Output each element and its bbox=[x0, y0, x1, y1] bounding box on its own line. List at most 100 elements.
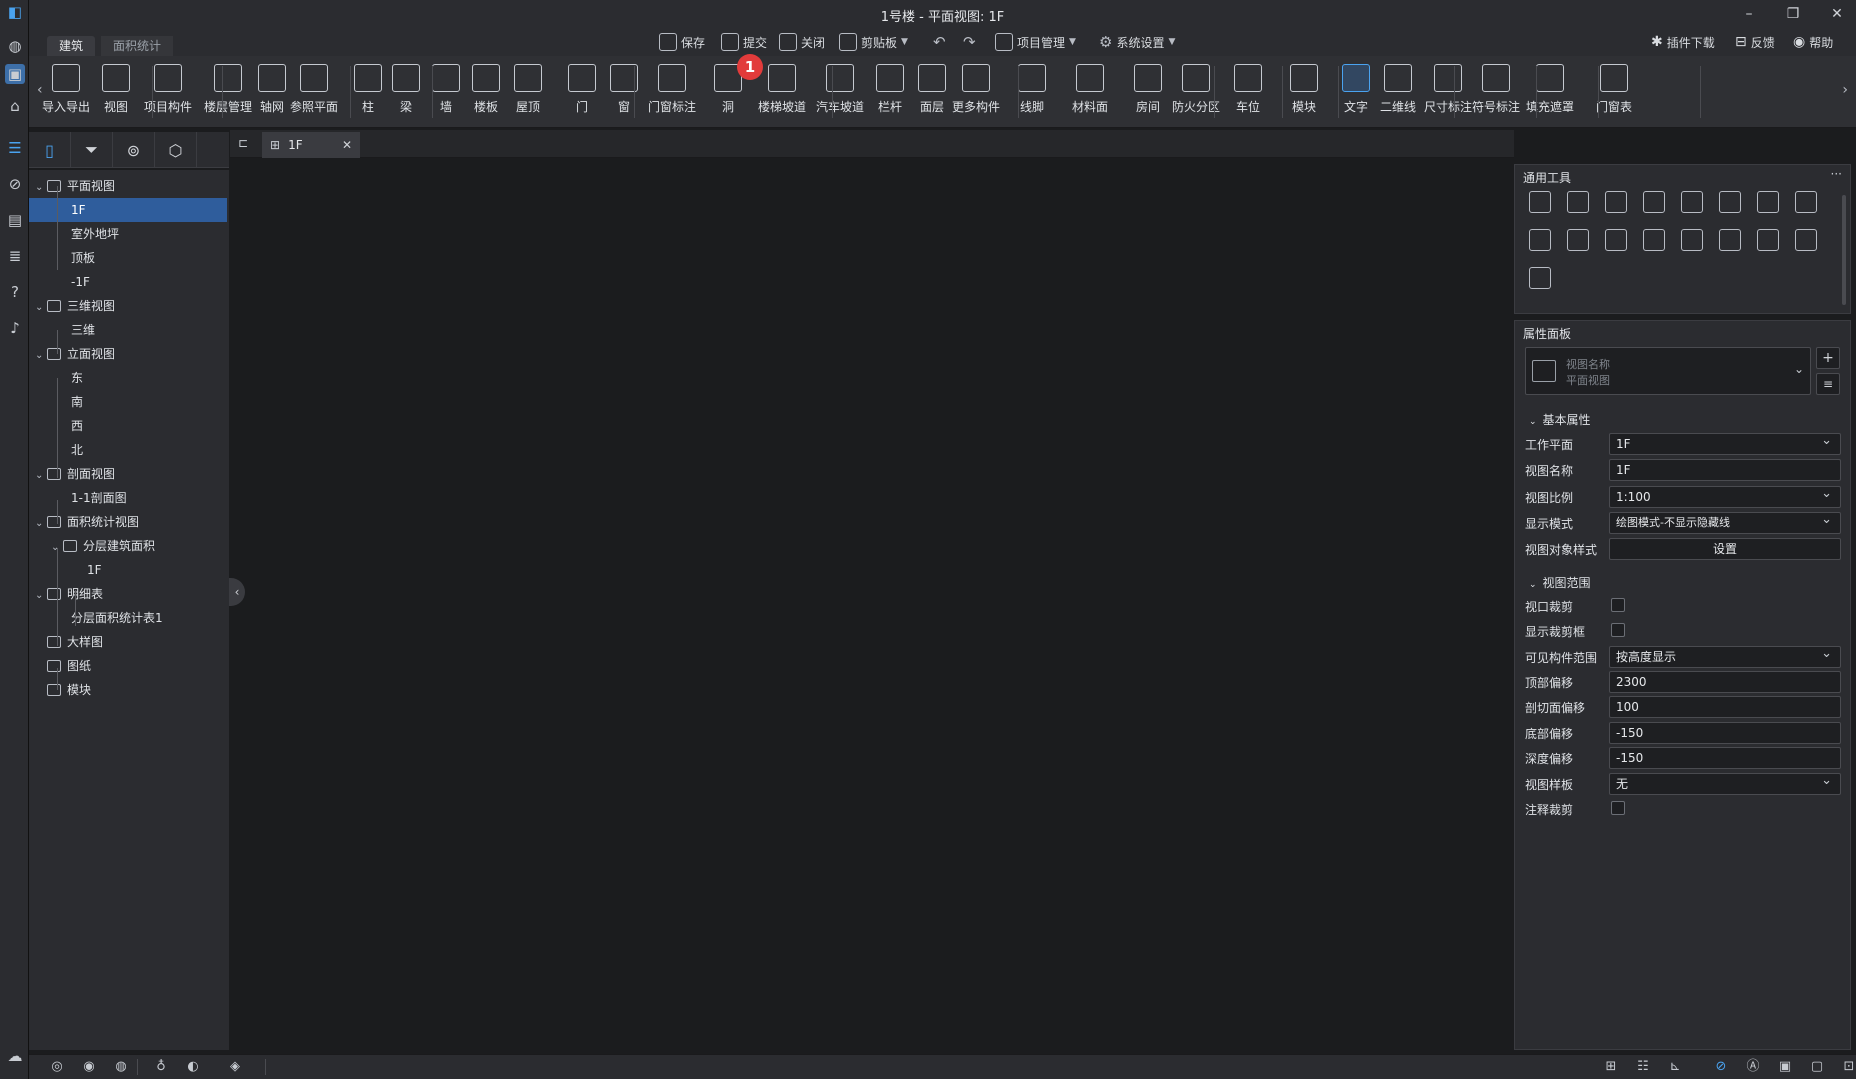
screen-icon[interactable]: ▣ bbox=[1777, 1059, 1793, 1075]
view-name-input[interactable]: 1F bbox=[1609, 459, 1841, 481]
tab-architecture[interactable]: 建筑 bbox=[47, 36, 96, 56]
top-offset-input[interactable]: 2300 bbox=[1609, 671, 1841, 693]
rotate-icon[interactable] bbox=[1605, 191, 1627, 213]
ribbon-button-material-face[interactable]: 材料面 bbox=[1060, 60, 1120, 124]
add-type-button[interactable]: + bbox=[1816, 347, 1840, 369]
tree-item[interactable]: 模块 bbox=[29, 678, 227, 702]
section-basic-properties[interactable]: ⌄ 基本属性 bbox=[1529, 411, 1591, 428]
split-icon[interactable] bbox=[1681, 191, 1703, 213]
tree-item[interactable]: 东 bbox=[29, 366, 227, 390]
tree-item[interactable]: ⌄ 剖面视图 bbox=[29, 462, 227, 486]
visible-range-select[interactable]: 按高度显示 bbox=[1609, 644, 1841, 668]
eye-icon[interactable]: ◐ bbox=[185, 1059, 201, 1075]
tab-list-icon[interactable]: ⊏ bbox=[238, 136, 248, 150]
snap-icon[interactable]: ⊞ bbox=[1603, 1059, 1619, 1075]
tree-item[interactable]: -1F bbox=[29, 270, 227, 294]
chevron-down-icon[interactable]: ⌄ bbox=[35, 584, 47, 608]
ribbon-button-door-window-tag[interactable]: 门窗标注 bbox=[642, 60, 702, 124]
plugin-download-button[interactable]: ✱ 插件下载 bbox=[1651, 32, 1715, 52]
ribbon-button-roof[interactable]: 屋顶 bbox=[498, 60, 558, 124]
offset-icon[interactable] bbox=[1757, 191, 1779, 213]
ribbon-button-module[interactable]: 模块 bbox=[1274, 60, 1334, 124]
ribbon-scroll-right-icon[interactable]: › bbox=[1842, 82, 1848, 98]
section-view-range[interactable]: ⌄ 视图范围 bbox=[1529, 574, 1591, 591]
trim-icon[interactable] bbox=[1719, 191, 1741, 213]
join-icon[interactable] bbox=[1605, 229, 1627, 251]
system-settings-button[interactable]: ⚙ 系统设置 ▼ bbox=[1099, 32, 1175, 52]
undo-button[interactable]: ↶ bbox=[933, 32, 946, 52]
link-icon[interactable]: ⊘ bbox=[1713, 1059, 1729, 1075]
tree-item[interactable]: 顶板 bbox=[29, 246, 227, 270]
array-icon[interactable] bbox=[1529, 229, 1551, 251]
tree-item[interactable]: 1F bbox=[29, 198, 227, 222]
tree-item[interactable]: 1-1剖面图 bbox=[29, 486, 227, 510]
clipboard-button[interactable]: 剪贴板 ▼ bbox=[839, 32, 908, 52]
chevron-down-icon[interactable]: ⌄ bbox=[35, 512, 47, 536]
chevron-down-icon[interactable]: ⌄ bbox=[35, 176, 47, 200]
close-window-button[interactable]: ✕ bbox=[1822, 4, 1852, 24]
ribbon-button-molding[interactable]: 线脚 bbox=[1002, 60, 1062, 124]
tree-item[interactable]: 西 bbox=[29, 414, 227, 438]
globe-icon[interactable]: ◍ bbox=[5, 36, 25, 56]
ribbon-button-more-components[interactable]: 更多构件 bbox=[946, 60, 1006, 124]
ribbon-button-parking[interactable]: 车位 bbox=[1218, 60, 1278, 124]
tree-item[interactable]: ⌄ 明细表 bbox=[29, 582, 227, 606]
document-tab-1f[interactable]: ⊞ 1F ✕ bbox=[262, 132, 360, 158]
bell-icon[interactable]: ♪ bbox=[5, 318, 25, 338]
filter-icon[interactable]: ⏷ bbox=[71, 132, 113, 168]
list-icon[interactable]: ☰ bbox=[5, 138, 25, 158]
ribbon-button-reference-plane[interactable]: 参照平面 bbox=[284, 60, 344, 124]
cube-icon[interactable]: ⬡ bbox=[155, 132, 197, 168]
copy-icon[interactable] bbox=[1567, 191, 1589, 213]
panel-toggle-icon[interactable]: ▯ bbox=[29, 132, 71, 168]
move-icon[interactable] bbox=[1529, 191, 1551, 213]
depth-offset-input[interactable]: -150 bbox=[1609, 747, 1841, 769]
panel-icon[interactable]: ▢ bbox=[1809, 1059, 1825, 1075]
chevron-down-icon[interactable]: ⌄ bbox=[35, 296, 47, 320]
scale-icon[interactable] bbox=[1643, 229, 1665, 251]
tree-item[interactable]: 三维 bbox=[29, 318, 227, 342]
help-button[interactable]: ◉ 帮助 bbox=[1793, 32, 1833, 52]
tree-item[interactable]: 图纸 bbox=[29, 654, 227, 678]
save-button[interactable]: 保存 bbox=[659, 32, 705, 52]
close-tab-icon[interactable]: ✕ bbox=[342, 138, 352, 152]
pin-icon[interactable] bbox=[1757, 229, 1779, 251]
render-icon[interactable]: ◈ bbox=[227, 1059, 243, 1075]
ribbon-button-project-component[interactable]: 项目构件 bbox=[138, 60, 198, 124]
align-icon[interactable] bbox=[1643, 191, 1665, 213]
view-template-select[interactable]: 无 bbox=[1609, 771, 1841, 795]
edit-type-button[interactable]: ≡ bbox=[1816, 373, 1840, 395]
model-icon[interactable]: ▣ bbox=[5, 64, 25, 84]
ribbon-button-fire-zone[interactable]: 防火分区 bbox=[1166, 60, 1226, 124]
mirror-icon[interactable] bbox=[1719, 229, 1741, 251]
tree-item[interactable]: ⌄ 分层建筑面积 bbox=[29, 534, 227, 558]
layers-icon[interactable]: ≣ bbox=[5, 246, 25, 266]
work-plane-select[interactable]: 1F bbox=[1609, 431, 1841, 455]
lightbulb-icon[interactable]: ♁ bbox=[153, 1059, 169, 1075]
close-doc-button[interactable]: 关闭 bbox=[779, 32, 825, 52]
display-mode-select[interactable]: 绘图模式-不显示隐藏线 bbox=[1609, 510, 1841, 534]
locate-icon[interactable]: ⊚ bbox=[113, 132, 155, 168]
more-icon[interactable]: ··· bbox=[1831, 167, 1842, 181]
drawing-canvas[interactable] bbox=[230, 158, 1514, 1050]
chevron-down-icon[interactable]: ⌄ bbox=[35, 464, 47, 488]
tree-item[interactable]: 1F bbox=[29, 558, 227, 582]
show-crop-checkbox[interactable] bbox=[1611, 623, 1625, 637]
help-circle-icon[interactable]: ? bbox=[5, 282, 25, 302]
chevron-down-icon[interactable]: ⌄ bbox=[35, 344, 47, 368]
restore-button[interactable]: ❐ bbox=[1778, 4, 1808, 24]
delete-icon[interactable] bbox=[1795, 229, 1817, 251]
cut-offset-input[interactable]: 100 bbox=[1609, 696, 1841, 718]
ribbon-button-symbol-tag[interactable]: 符号标注 bbox=[1466, 60, 1526, 124]
tree-item[interactable]: ⌄ 三维视图 bbox=[29, 294, 227, 318]
ruler-icon[interactable] bbox=[1529, 267, 1551, 289]
home-icon[interactable]: ⌂ bbox=[5, 96, 25, 116]
axis-icon[interactable]: Ⓐ bbox=[1745, 1059, 1761, 1075]
link-icon[interactable]: ⊘ bbox=[5, 174, 25, 194]
tree-item[interactable]: ⌄ 平面视图 bbox=[29, 174, 227, 198]
extend-icon[interactable] bbox=[1795, 191, 1817, 213]
isolate-icon[interactable]: ◉ bbox=[81, 1059, 97, 1075]
visibility-icon[interactable]: ◎ bbox=[49, 1059, 65, 1075]
cloud-upload-icon[interactable]: ☁ bbox=[5, 1046, 25, 1066]
tree-item[interactable]: ⌄ 面积统计视图 bbox=[29, 510, 227, 534]
